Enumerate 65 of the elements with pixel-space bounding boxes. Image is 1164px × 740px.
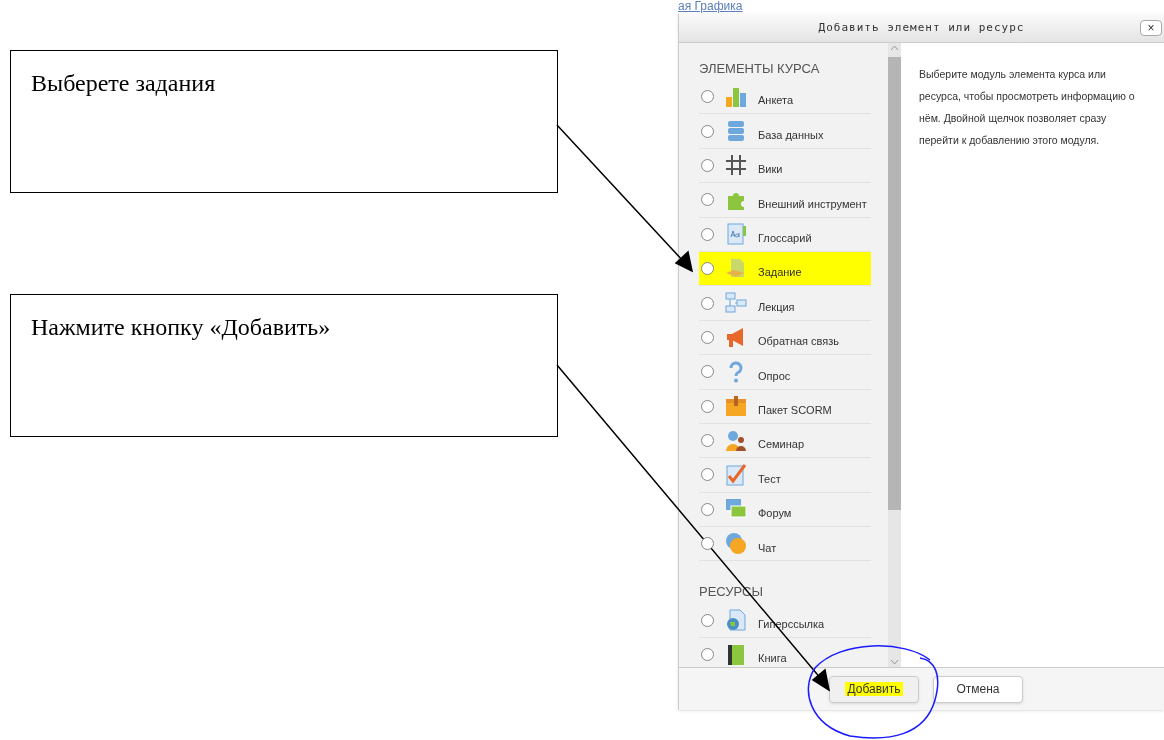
module-label: Книга [758, 651, 787, 667]
module-option[interactable]: Лекция [699, 286, 871, 321]
chat-bubble-icon [724, 531, 748, 556]
checkmark-icon [724, 463, 748, 487]
module-label: Опрос [758, 368, 791, 384]
radio-button[interactable] [701, 613, 714, 627]
callout-text: Выберете задания [31, 70, 216, 96]
scroll-up-icon[interactable] [890, 45, 899, 51]
close-button[interactable]: × [1140, 20, 1162, 36]
radio-button[interactable] [701, 227, 714, 241]
module-option[interactable]: База данных [699, 114, 871, 149]
module-label: Задание [758, 265, 802, 281]
module-label: Вики [758, 162, 783, 178]
module-option[interactable]: Вики [699, 148, 871, 184]
module-option[interactable]: Пакет SCORM [699, 389, 871, 424]
module-option[interactable]: Обратная связь [699, 320, 871, 356]
module-option[interactable]: Чат [699, 527, 871, 562]
module-option[interactable]: Форум [699, 492, 871, 528]
glossary-icon [724, 222, 748, 247]
scroll-down-icon[interactable] [890, 659, 899, 665]
people-icon [724, 428, 748, 453]
radio-button[interactable] [701, 468, 714, 482]
radio-button[interactable] [701, 124, 714, 138]
flowchart-icon [724, 291, 748, 316]
module-option[interactable]: Тест [699, 458, 871, 493]
globe-document-icon [724, 608, 748, 633]
module-label: Форум [758, 506, 792, 522]
module-option[interactable]: Семинар [699, 423, 871, 459]
module-label: Пакет SCORM [758, 402, 832, 418]
module-option[interactable]: Задание [699, 251, 871, 287]
radio-button[interactable] [701, 158, 714, 172]
module-label: Внешний инструмент [758, 196, 867, 212]
module-option[interactable]: Внешний инструмент [699, 183, 871, 218]
radio-button[interactable] [701, 330, 714, 344]
module-label: Лекция [758, 299, 795, 315]
radio-button[interactable] [701, 296, 714, 310]
dialog-title: Добавить элемент или ресурс [818, 19, 1025, 36]
module-option[interactable]: Опрос [699, 355, 871, 390]
radio-button[interactable] [701, 90, 714, 104]
module-label: Обратная связь [758, 334, 840, 350]
scrollbar-thumb[interactable] [888, 57, 901, 510]
module-label: База данных [758, 127, 824, 143]
module-label: Чат [758, 540, 777, 556]
section-heading: ЭЛЕМЕНТЫ КУРСА [699, 60, 821, 78]
module-label: Семинар [758, 437, 805, 453]
module-description: Выберите модуль элемента курса или ресурса, чтобы просмотреть информацию о нём. Двойной щелчок позволяет сразу перейти к добавлению этого модуля. [919, 67, 1136, 148]
callout-text: Нажмите кнопку «Добавить» [31, 314, 331, 340]
radio-button[interactable] [701, 502, 714, 516]
module-label: Анкета [758, 93, 794, 109]
box-icon [724, 394, 748, 419]
radio-button[interactable] [701, 365, 714, 379]
module-option[interactable]: Глоссарий [699, 217, 871, 252]
grid-symbol-icon [724, 153, 748, 178]
background-link[interactable]: ая Графика [678, 0, 743, 13]
radio-button[interactable] [701, 537, 714, 551]
radio-button[interactable] [701, 262, 714, 276]
radio-button[interactable] [701, 193, 714, 207]
module-label: Тест [758, 471, 781, 487]
dialog-button[interactable]: Отмена [933, 675, 1023, 703]
dialog-button[interactable]: Добавить [829, 675, 919, 703]
radio-button[interactable] [701, 434, 714, 448]
module-option[interactable]: Анкета [699, 80, 871, 115]
module-label: Глоссарий [758, 231, 812, 246]
radio-button[interactable] [701, 648, 714, 662]
radio-button[interactable] [701, 399, 714, 413]
